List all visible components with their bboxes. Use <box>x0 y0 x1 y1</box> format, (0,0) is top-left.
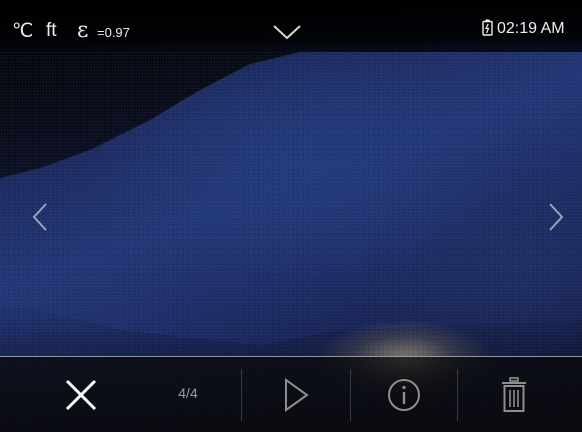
status-bar: ℃ ft ε =0.97 02:19 AM <box>0 0 582 52</box>
close-button[interactable] <box>40 357 122 432</box>
trash-icon <box>502 377 526 412</box>
temperature-unit[interactable]: ℃ <box>12 20 33 43</box>
image-toolbar: 4/4 <box>0 356 582 432</box>
image-counter: 4/4 <box>178 385 198 401</box>
emissivity-symbol[interactable]: ε <box>77 18 88 43</box>
info-button[interactable] <box>351 357 457 432</box>
chevron-left-icon[interactable] <box>28 200 52 234</box>
delete-button[interactable] <box>458 357 570 432</box>
distance-unit[interactable]: ft <box>46 20 57 42</box>
clock-time: 02:19 AM <box>497 20 565 37</box>
play-icon <box>285 378 309 412</box>
close-icon <box>65 379 97 411</box>
chevron-down-icon[interactable] <box>270 20 304 44</box>
gallery-viewer: ℃ ft ε =0.97 02:19 AM 4/4 <box>0 0 582 432</box>
battery-icon <box>482 19 493 36</box>
play-button[interactable] <box>242 357 350 432</box>
chevron-right-icon[interactable] <box>544 200 568 234</box>
info-icon <box>388 379 420 411</box>
emissivity-value[interactable]: =0.97 <box>97 25 130 40</box>
